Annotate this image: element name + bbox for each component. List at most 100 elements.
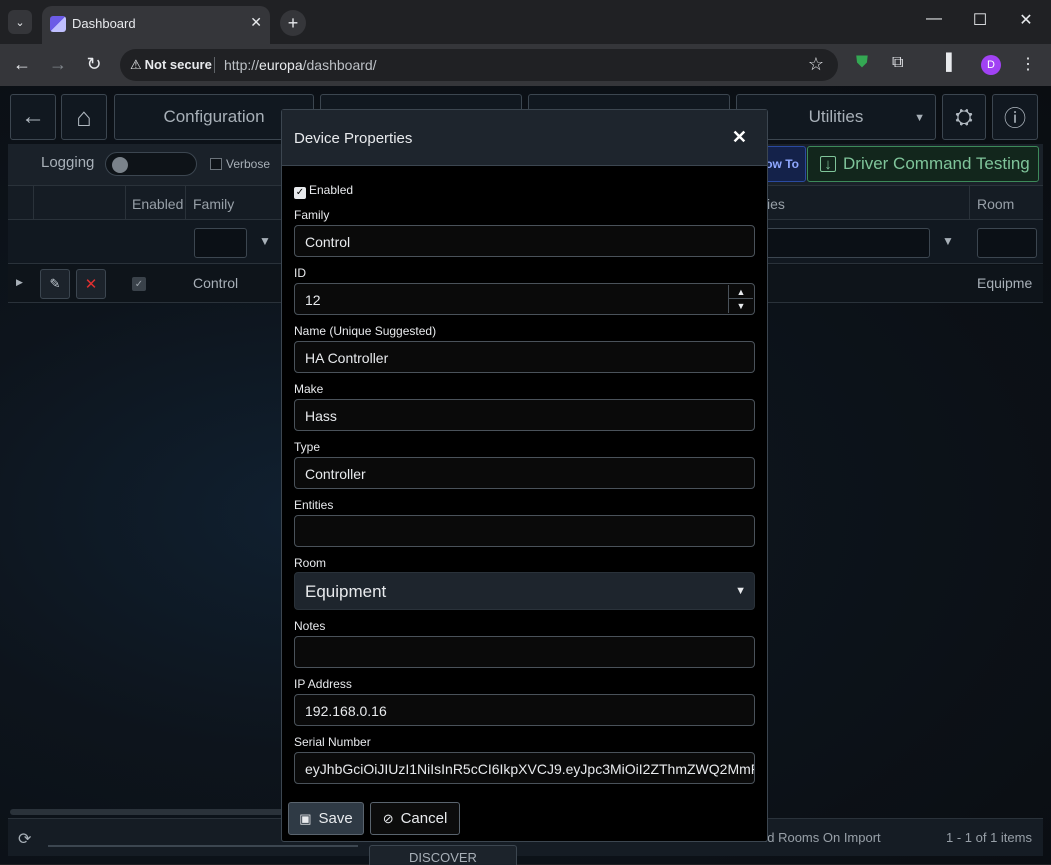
make-input[interactable]: Hass: [294, 399, 755, 431]
room-select[interactable]: Equipment ▼: [294, 572, 755, 610]
id-spinner[interactable]: ▲ ▼: [728, 285, 753, 313]
maximize-icon[interactable]: ☐: [957, 10, 1003, 30]
add-rooms-on-import-label[interactable]: dd Rooms On Import: [760, 830, 881, 845]
column-header-enabled[interactable]: Enabled: [132, 196, 183, 212]
family-filter-input[interactable]: [194, 228, 247, 258]
id-value: 12: [305, 292, 321, 308]
ban-icon: ⊘: [382, 810, 394, 826]
download-icon: ↓: [820, 156, 836, 173]
logging-label: Logging: [41, 154, 95, 171]
entities-input[interactable]: [294, 515, 755, 547]
verbose-label: Verbose: [226, 157, 271, 171]
window-close-icon[interactable]: ✕: [1003, 10, 1049, 30]
spin-down-icon[interactable]: ▼: [729, 299, 753, 313]
ip-address-input[interactable]: 192.168.0.16: [294, 694, 755, 726]
tab-close-icon[interactable]: ✕: [250, 14, 262, 31]
id-label: ID: [294, 266, 306, 280]
enabled-cell-checkbox: ✓: [132, 277, 146, 291]
pencil-icon: ✎: [49, 276, 61, 291]
entities-filter-input[interactable]: [760, 228, 930, 258]
bookmark-star-icon[interactable]: ☆: [808, 54, 824, 75]
new-tab-button[interactable]: +: [280, 10, 306, 36]
arrow-left-icon: ←: [21, 103, 45, 130]
make-label: Make: [294, 382, 324, 396]
close-x-icon: ✕: [84, 276, 98, 293]
room-filter-input[interactable]: [977, 228, 1037, 258]
alert-speech-icon: ⓘ: [1003, 106, 1026, 131]
browser-tabstrip: ⌄ Dashboard ✕ + — ☐ ✕: [0, 0, 1051, 44]
back-arrow-icon[interactable]: ←: [10, 54, 34, 75]
edit-row-button[interactable]: ✎: [40, 269, 70, 299]
cancel-button[interactable]: ⊘ Cancel: [370, 802, 460, 835]
room-selected-value: Equipment: [305, 582, 387, 601]
family-input[interactable]: Control: [294, 225, 755, 257]
filter-funnel-icon[interactable]: ▼: [259, 234, 271, 248]
shield-extension-icon[interactable]: ⛊: [856, 54, 868, 72]
room-label: Room: [294, 556, 327, 570]
kebab-menu-icon[interactable]: ⋮: [1020, 54, 1036, 74]
enabled-field[interactable]: ✓ Enabled: [294, 183, 353, 199]
column-header-room[interactable]: Room: [977, 196, 1014, 212]
omnibox-divider: [214, 57, 215, 73]
dialog-footer: ▣ Save ⊘ Cancel: [282, 790, 767, 841]
extensions-puzzle-icon[interactable]: ⧉: [892, 54, 903, 72]
minimize-icon[interactable]: —: [911, 10, 957, 28]
alerts-button[interactable]: ⓘ: [992, 94, 1038, 140]
toggle-knob: [112, 157, 128, 173]
profile-avatar[interactable]: D: [981, 55, 1001, 75]
expand-row-icon[interactable]: ▶: [16, 277, 23, 288]
serial-number-input[interactable]: eyJhbGciOiJIUzI1NiIsInR5cCI6IkpXVCJ9.eyJ…: [294, 752, 755, 784]
dialog-header: Device Properties ✕: [282, 110, 767, 166]
tab-title: Dashboard: [72, 16, 136, 31]
browser-toolbar: ← → ↻ ⚠ Not secure http://europa/dashboar…: [0, 44, 1051, 86]
delete-row-button[interactable]: ✕: [76, 269, 106, 299]
refresh-icon[interactable]: ⟳: [18, 829, 31, 849]
security-indicator[interactable]: ⚠ Not secure: [130, 57, 212, 73]
driver-command-testing-button[interactable]: ↓ Driver Command Testing: [807, 146, 1039, 182]
wizard-hat-icon: ⛭: [955, 104, 973, 129]
type-label: Type: [294, 440, 321, 454]
save-button[interactable]: ▣ Save: [288, 802, 364, 835]
spin-up-icon[interactable]: ▲: [729, 285, 753, 299]
room-cell: Equipme: [977, 275, 1033, 291]
enabled-checkbox[interactable]: ✓: [294, 187, 306, 199]
discover-button[interactable]: DISCOVER: [369, 845, 517, 865]
pager-info: 1 - 1 of 1 items: [946, 830, 1032, 845]
wizard-button[interactable]: ⛭: [942, 94, 986, 140]
home-icon: ⌂: [76, 101, 92, 132]
url-text[interactable]: http://europa/dashboard/: [224, 57, 377, 73]
logging-toggle[interactable]: [105, 152, 197, 176]
back-button[interactable]: ←: [10, 94, 56, 140]
notes-label: Notes: [294, 619, 326, 633]
column-header-family[interactable]: Family: [193, 196, 234, 212]
horizontal-scrollbar[interactable]: [10, 809, 300, 815]
reload-icon[interactable]: ↻: [82, 54, 106, 75]
warning-triangle-icon: ⚠: [130, 57, 142, 72]
browser-tab[interactable]: Dashboard ✕: [42, 6, 270, 44]
device-properties-dialog: Device Properties ✕ ✓ Enabled Family Cont…: [281, 109, 768, 842]
forward-arrow-icon[interactable]: →: [46, 54, 70, 75]
address-bar[interactable]: ⚠ Not secure http://europa/dashboard/ ☆: [120, 49, 838, 81]
enabled-label: Enabled: [309, 183, 354, 197]
ip-address-label: IP Address: [294, 677, 352, 691]
tab-search-chevron-icon[interactable]: ⌄: [8, 10, 32, 34]
family-cell: Control: [193, 275, 239, 291]
dialog-title: Device Properties: [294, 130, 413, 147]
filter-funnel-icon[interactable]: ▼: [942, 234, 954, 248]
caret-down-icon: ▼: [914, 112, 925, 124]
side-panel-icon[interactable]: ▌: [946, 54, 957, 72]
footer-divider: [48, 845, 358, 847]
dropdown-caret-icon: ▼: [735, 585, 746, 597]
type-input[interactable]: Controller: [294, 457, 755, 489]
entities-label: Entities: [294, 498, 334, 512]
name-input[interactable]: HA Controller: [294, 341, 755, 373]
save-floppy-icon: ▣: [299, 810, 312, 826]
notes-input[interactable]: [294, 636, 755, 668]
home-button[interactable]: ⌂: [61, 94, 107, 140]
dialog-close-icon[interactable]: ✕: [732, 127, 747, 148]
dashboard-favicon-icon: [50, 16, 66, 32]
id-number-input[interactable]: 12 ▲ ▼: [294, 283, 755, 315]
verbose-checkbox[interactable]: [210, 158, 222, 170]
name-label: Name (Unique Suggested): [294, 324, 437, 338]
family-label: Family: [294, 208, 330, 222]
